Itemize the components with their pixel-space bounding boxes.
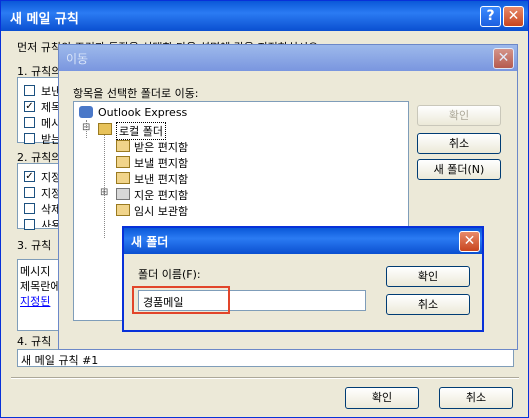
tree-folder-4[interactable]: 지운 편지함 bbox=[134, 187, 188, 203]
window-title: 새 메일 규칙 bbox=[10, 12, 79, 27]
tree-folder-3[interactable]: 보낸 편지함 bbox=[134, 171, 188, 187]
deleted-items-icon bbox=[116, 188, 130, 200]
move-title-bar[interactable]: 이동 ✕ bbox=[59, 45, 517, 71]
section3-label: 3. 규칙 bbox=[17, 239, 52, 252]
close-icon[interactable]: ✕ bbox=[503, 6, 524, 27]
condition-checkbox-4[interactable] bbox=[24, 133, 35, 144]
help-icon[interactable]: ? bbox=[480, 6, 501, 27]
condition-checkbox-1[interactable] bbox=[24, 85, 35, 96]
action-checkbox-3[interactable] bbox=[24, 203, 35, 214]
description-line-2: 제목란에 bbox=[20, 280, 61, 293]
move-title: 이동 bbox=[66, 52, 89, 66]
action-checkbox-2[interactable] bbox=[24, 187, 35, 198]
tree-line bbox=[104, 132, 105, 238]
action-checkbox-4[interactable] bbox=[24, 219, 35, 230]
tree-local-folders[interactable]: 로컬 폴더 bbox=[116, 122, 166, 140]
move-prompt: 항목을 선택한 폴더로 이동: bbox=[73, 87, 199, 100]
rule-name-input[interactable]: 새 메일 규칙 #1 bbox=[17, 349, 514, 367]
new-folder-cancel-button[interactable]: 취소 bbox=[386, 294, 470, 315]
outbox-icon bbox=[116, 156, 130, 168]
rule-name-value: 새 메일 규칙 #1 bbox=[21, 354, 99, 367]
title-bar[interactable]: 새 메일 규칙 ? ✕ bbox=[1, 1, 528, 31]
divider bbox=[11, 377, 519, 379]
move-ok-button[interactable]: 확인 bbox=[417, 105, 501, 126]
new-folder-close-icon[interactable]: ✕ bbox=[459, 231, 480, 252]
condition-checkbox-3[interactable] bbox=[24, 117, 35, 128]
ok-button[interactable]: 확인 bbox=[345, 387, 419, 409]
drafts-icon bbox=[116, 204, 130, 216]
tree-root[interactable]: Outlook Express bbox=[98, 106, 187, 119]
new-folder-title: 새 폴더 bbox=[131, 235, 169, 249]
tree-folder-2[interactable]: 보낼 편지함 bbox=[134, 155, 188, 171]
highlight-box bbox=[132, 286, 230, 314]
sent-items-icon bbox=[116, 172, 130, 184]
action-checkbox-1[interactable]: ✓ bbox=[24, 171, 35, 182]
new-folder-button[interactable]: 새 폴더(N) bbox=[417, 159, 501, 180]
description-link[interactable]: 지정된 bbox=[20, 293, 50, 309]
description-line-1: 메시지 bbox=[20, 265, 51, 278]
inbox-icon bbox=[116, 140, 130, 152]
local-folder-icon bbox=[98, 123, 112, 135]
expand-icon[interactable]: ⊟ bbox=[82, 122, 90, 133]
new-folder-ok-button[interactable]: 확인 bbox=[386, 266, 470, 287]
outlook-express-icon bbox=[79, 106, 93, 118]
cancel-button[interactable]: 취소 bbox=[439, 387, 513, 409]
condition-checkbox-2[interactable]: ✓ bbox=[24, 101, 35, 112]
move-close-icon[interactable]: ✕ bbox=[493, 48, 514, 69]
move-cancel-button[interactable]: 취소 bbox=[417, 133, 501, 154]
tree-folder-5[interactable]: 임시 보관함 bbox=[134, 203, 188, 219]
folder-name-label: 폴더 이름(F): bbox=[138, 268, 201, 281]
section4-label: 4. 규칙 bbox=[17, 335, 52, 348]
collapse-icon[interactable]: ⊞ bbox=[100, 187, 108, 198]
new-folder-title-bar[interactable]: 새 폴더 ✕ bbox=[124, 228, 482, 254]
tree-folder-1[interactable]: 받은 편지함 bbox=[134, 139, 188, 155]
new-folder-dialog: 새 폴더 ✕ 폴더 이름(F): 경품메일 확인 취소 bbox=[122, 226, 484, 332]
